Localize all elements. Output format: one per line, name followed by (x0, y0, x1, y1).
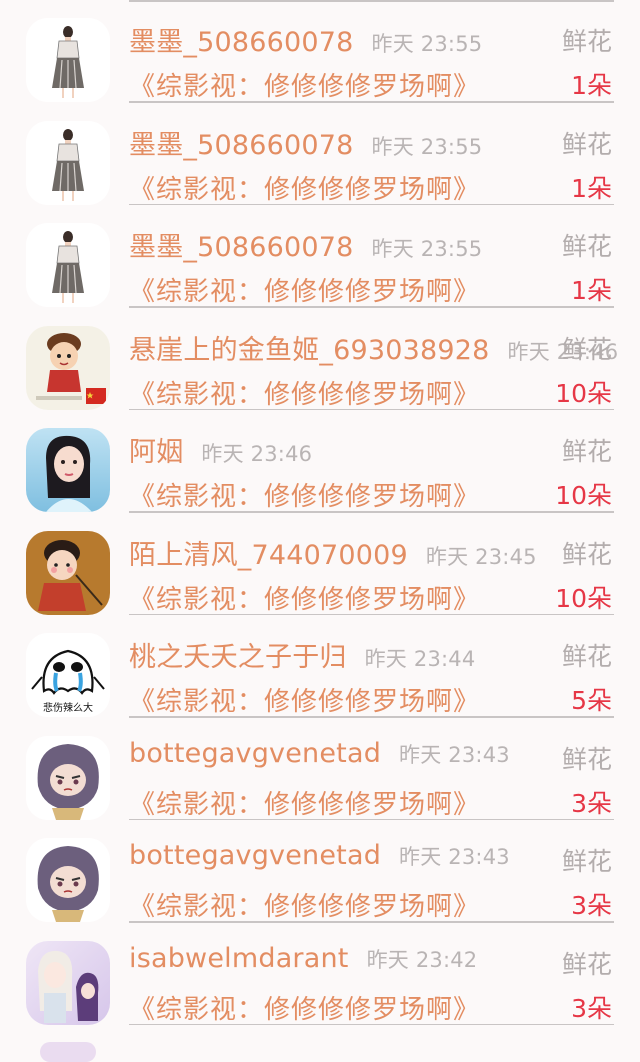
avatar[interactable] (26, 838, 110, 922)
flower-count: 10朵 (555, 583, 612, 613)
list-item[interactable]: 陌上清风_744070009 昨天 23:45 鲜花 《综影视：修修修修罗场啊》 … (0, 513, 640, 616)
avatar[interactable] (26, 530, 110, 615)
timestamp: 昨天 23:55 (371, 32, 483, 56)
book-title[interactable]: 《综影视：修修修修罗场啊》 (129, 886, 480, 923)
avatar[interactable] (26, 735, 110, 820)
flower-count: 1朵 (571, 71, 612, 100)
list-item[interactable]: bottegavgvenetad 昨天 23:43 鲜花 《综影视：修修修修罗场啊… (0, 820, 640, 923)
avatar[interactable] (26, 223, 110, 307)
user-name[interactable]: 墨墨_508660078 昨天 23:55 (129, 20, 482, 59)
avatar[interactable] (26, 940, 110, 1025)
list-item[interactable]: 阿姻 昨天 23:46 鲜花 《综影视：修修修修罗场啊》 10朵 (0, 410, 640, 513)
book-title[interactable]: 《综影视：修修修修罗场啊》 (129, 169, 480, 206)
girl-dress-avatar-icon (26, 223, 110, 307)
timestamp: 昨天 23:43 (399, 742, 510, 767)
gift-type-label: 鲜花 (561, 437, 612, 466)
flower-count: 5朵 (571, 686, 612, 715)
user-name[interactable]: 悬崖上的金鱼姬_693038928 昨天 23:46 (129, 328, 618, 367)
flower-count: 1朵 (571, 276, 612, 305)
avatar[interactable] (26, 18, 110, 102)
user-name[interactable]: bottegavgvenetad 昨天 23:43 (129, 840, 510, 871)
book-title[interactable]: 《综影视：修修修修罗场啊》 (129, 784, 480, 821)
flower-count: 10朵 (555, 481, 612, 510)
timestamp: 昨天 23:55 (371, 237, 483, 261)
book-title[interactable]: 《综影视：修修修修罗场啊》 (129, 374, 480, 411)
gift-type-label: 鲜花 (561, 232, 612, 261)
list-item[interactable]: isabwelmdarant 昨天 23:42 鲜花 《综影视：修修修修罗场啊》 … (0, 923, 640, 1026)
user-name[interactable]: 墨墨_508660078 昨天 23:55 (129, 123, 482, 162)
avatar[interactable] (26, 428, 110, 512)
timestamp: 昨天 23:42 (366, 947, 478, 972)
book-title[interactable]: 《综影视：修修修修罗场啊》 (129, 476, 480, 513)
gift-type-label: 鲜花 (561, 744, 612, 774)
cartoon-girl-avatar-icon (26, 530, 110, 615)
user-name[interactable]: 陌上清风_744070009 昨天 23:45 (129, 533, 537, 572)
cartoon-boy-flag-avatar-icon (26, 325, 110, 410)
user-name[interactable]: bottegavgvenetad 昨天 23:43 (129, 738, 510, 769)
book-title[interactable]: 《综影视：修修修修罗场啊》 (129, 271, 480, 308)
gift-type-label: 鲜花 (561, 27, 612, 56)
flower-count: 3朵 (571, 788, 612, 818)
gift-type-label: 鲜花 (561, 539, 612, 569)
avatar[interactable] (26, 325, 110, 410)
book-title[interactable]: 《综影视：修修修修罗场啊》 (129, 989, 480, 1026)
timestamp: 昨天 23:45 (425, 544, 537, 569)
avatar-caption: 悲伤辣么大 (43, 701, 93, 714)
girl-dress-avatar-icon (26, 18, 110, 102)
timestamp: 昨天 23:43 (399, 845, 510, 869)
list-item[interactable]: 悲伤辣么大 桃之夭夭之子于归 昨天 23:44 鲜花 《综影视：修修修修罗场啊》 … (0, 615, 640, 718)
list-item[interactable]: 悬崖上的金鱼姬_693038928 昨天 23:46 鲜花 《综影视：修修修修罗场… (0, 308, 640, 411)
user-name[interactable]: 桃之夭夭之子于归 昨天 23:44 (129, 635, 475, 674)
gift-type-label: 鲜花 (561, 129, 612, 159)
user-name[interactable]: isabwelmdarant 昨天 23:42 (129, 943, 477, 974)
timestamp: 昨天 23:46 (201, 442, 313, 466)
crying-ghost-avatar-icon: 悲伤辣么大 (26, 633, 110, 717)
flower-count: 10朵 (555, 378, 612, 408)
user-name[interactable]: 阿姻 昨天 23:46 (129, 430, 312, 469)
purple-hair-avatar-icon (26, 838, 110, 922)
avatar[interactable]: 悲伤辣么大 (26, 633, 110, 717)
actress-avatar-icon (26, 428, 110, 512)
anime-girls-avatar-icon (26, 940, 110, 1025)
purple-hair-avatar-icon (26, 735, 110, 820)
book-title[interactable]: 《综影视：修修修修罗场啊》 (129, 681, 480, 718)
flower-count: 3朵 (571, 993, 612, 1023)
divider (129, 1023, 614, 1025)
gift-type-label: 鲜花 (561, 949, 612, 979)
flower-count: 3朵 (571, 891, 612, 920)
list-item[interactable]: 墨墨_508660078 昨天 23:55 鲜花 《综影视：修修修修罗场啊》 1朵 (0, 205, 640, 308)
book-title[interactable]: 《综影视：修修修修罗场啊》 (129, 66, 480, 103)
girl-dress-avatar-icon (26, 120, 110, 205)
list-item[interactable]: bottegavgvenetad 昨天 23:43 鲜花 《综影视：修修修修罗场啊… (0, 718, 640, 821)
gift-type-label: 鲜花 (561, 642, 612, 671)
avatar[interactable] (26, 120, 110, 205)
gift-type-label: 鲜花 (561, 847, 612, 876)
gift-type-label: 鲜花 (561, 334, 612, 364)
book-title[interactable]: 《综影视：修修修修罗场啊》 (129, 579, 480, 616)
list-item[interactable]: 墨墨_508660078 昨天 23:55 鲜花 《综影视：修修修修罗场啊》 1朵 (0, 103, 640, 206)
flower-count: 1朵 (571, 173, 612, 203)
timestamp: 昨天 23:55 (371, 134, 483, 159)
timestamp: 昨天 23:44 (364, 647, 476, 671)
list-item[interactable]: 墨墨_508660078 昨天 23:55 鲜花 《综影视：修修修修罗场啊》 1朵 (0, 0, 640, 103)
flower-gift-list: 墨墨_508660078 昨天 23:55 鲜花 《综影视：修修修修罗场啊》 1朵… (0, 0, 640, 1025)
next-row-avatar (40, 1042, 96, 1062)
user-name[interactable]: 墨墨_508660078 昨天 23:55 (129, 225, 482, 264)
